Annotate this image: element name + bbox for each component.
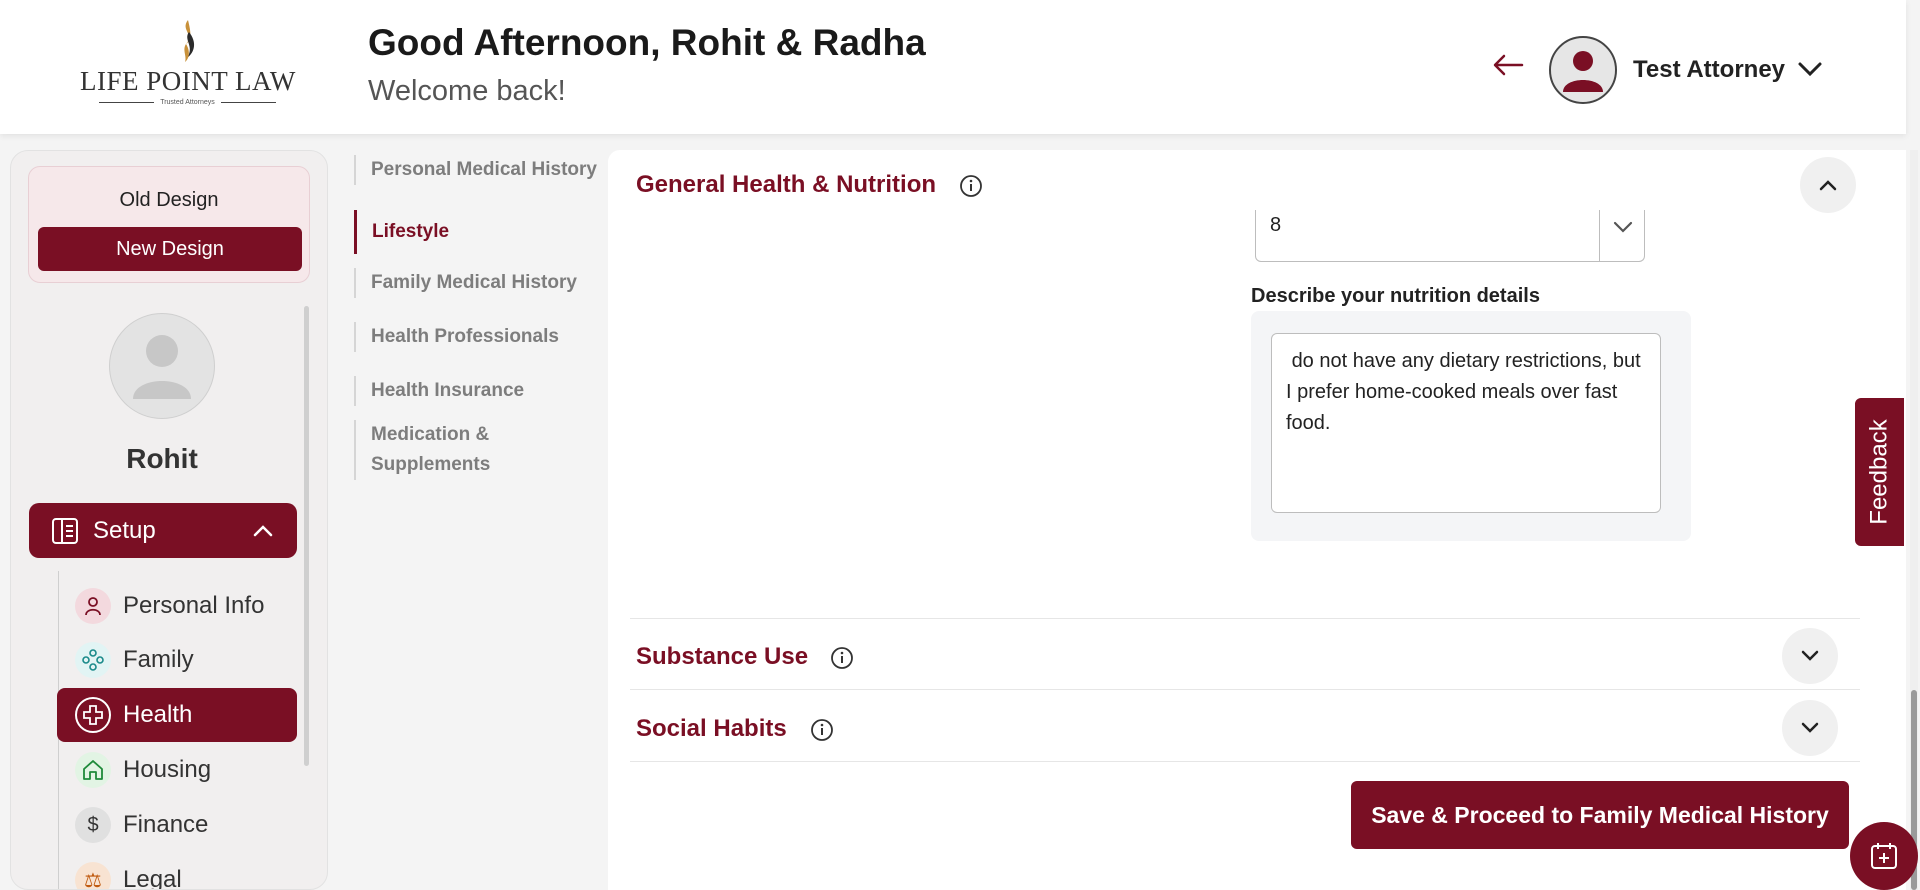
sidebar-item-label: Housing bbox=[123, 756, 212, 783]
sidebar-item-personal-info[interactable]: Personal Info bbox=[57, 579, 297, 633]
old-design-button[interactable]: Old Design bbox=[29, 189, 309, 212]
top-header: LIFE POINT LAW Trusted Attorneys Good Af… bbox=[0, 0, 1906, 134]
design-switcher: Old Design New Design bbox=[28, 166, 310, 283]
sidebar-item-legal[interactable]: ⚖ Legal bbox=[57, 853, 297, 890]
info-icon[interactable] bbox=[959, 174, 983, 198]
nutrition-rating-select[interactable]: 8 bbox=[1255, 210, 1645, 262]
life-point-law-logo[interactable]: LIFE POINT LAW Trusted Attorneys bbox=[80, 18, 295, 118]
logo-tagline-row: Trusted Attorneys bbox=[80, 99, 295, 106]
health-plus-icon bbox=[75, 697, 111, 733]
setup-book-icon bbox=[52, 517, 78, 544]
left-sidebar: Old Design New Design Rohit Setup Person… bbox=[10, 150, 328, 890]
calendar-add-button[interactable] bbox=[1850, 822, 1918, 890]
logo-divider-right bbox=[220, 102, 276, 103]
subnav-personal-medical-history[interactable]: Personal Medical History bbox=[354, 155, 604, 185]
dollar-icon: $ bbox=[75, 807, 111, 843]
save-and-proceed-button[interactable]: Save & Proceed to Family Medical History bbox=[1351, 781, 1849, 849]
new-design-button[interactable]: New Design bbox=[38, 227, 302, 271]
section-title-social-habits[interactable]: Social Habits bbox=[636, 715, 787, 743]
sidebar-item-housing[interactable]: Housing bbox=[57, 743, 297, 797]
logo-divider-left bbox=[99, 102, 155, 103]
select-value: 8 bbox=[1270, 214, 1282, 236]
logo-tagline: Trusted Attorneys bbox=[160, 99, 215, 106]
subnav-medication-supplements[interactable]: Medication & Supplements bbox=[354, 420, 524, 480]
sidebar-item-family[interactable]: Family bbox=[57, 633, 297, 687]
calendar-add-icon bbox=[1871, 843, 1897, 869]
subnav-family-medical-history[interactable]: Family Medical History bbox=[354, 268, 604, 298]
user-avatar-icon bbox=[1563, 51, 1603, 92]
subnav-health-professionals[interactable]: Health Professionals bbox=[354, 322, 604, 352]
sidebar-scrollbar[interactable] bbox=[304, 306, 309, 766]
sidebar-item-label: Health bbox=[123, 701, 193, 728]
section-title-general-health[interactable]: General Health & Nutrition bbox=[636, 171, 936, 199]
feedback-tab[interactable]: Feedback bbox=[1853, 396, 1906, 548]
sidebar-item-health[interactable]: Health bbox=[57, 688, 297, 742]
person-placeholder-icon bbox=[133, 335, 191, 399]
feedback-label: Feedback bbox=[1865, 419, 1893, 525]
person-icon bbox=[75, 588, 111, 624]
nutrition-panel: do not have any dietary restrictions, bu… bbox=[1251, 311, 1691, 541]
health-subnav: Personal Medical History Lifestyle Famil… bbox=[344, 150, 606, 890]
section-divider bbox=[630, 689, 1860, 690]
profile-avatar[interactable] bbox=[109, 313, 215, 419]
chevron-up-icon bbox=[1819, 180, 1837, 191]
house-icon bbox=[75, 752, 111, 788]
select-separator bbox=[1599, 210, 1600, 261]
chevron-up-icon bbox=[253, 525, 273, 537]
section-divider bbox=[630, 761, 1860, 762]
chevron-down-icon[interactable] bbox=[1797, 60, 1823, 78]
logo-text: LIFE POINT LAW bbox=[80, 66, 296, 96]
welcome-text: Welcome back! bbox=[368, 75, 566, 107]
chevron-down-icon bbox=[1613, 221, 1633, 233]
info-icon[interactable] bbox=[810, 718, 834, 742]
sidebar-item-label: Finance bbox=[123, 811, 209, 838]
setup-label: Setup bbox=[93, 516, 156, 544]
subnav-lifestyle[interactable]: Lifestyle bbox=[354, 210, 604, 254]
sidebar-item-label: Personal Info bbox=[123, 592, 265, 619]
profile-name: Rohit bbox=[126, 443, 198, 474]
chevron-down-icon bbox=[1801, 650, 1819, 661]
collapse-section-button[interactable] bbox=[1800, 157, 1856, 213]
family-icon bbox=[75, 642, 111, 678]
page-greeting: Good Afternoon, Rohit & Radha bbox=[368, 22, 926, 63]
expand-social-habits-button[interactable] bbox=[1782, 700, 1838, 756]
setup-menu-toggle[interactable]: Setup bbox=[29, 503, 297, 558]
sidebar-item-label: Legal bbox=[123, 866, 182, 890]
sidebar-item-label: Family bbox=[123, 646, 194, 673]
nutrition-details-textarea[interactable]: do not have any dietary restrictions, bu… bbox=[1271, 333, 1661, 513]
flame-logo-icon bbox=[183, 20, 194, 62]
subnav-health-insurance[interactable]: Health Insurance bbox=[354, 376, 604, 406]
expand-substance-use-button[interactable] bbox=[1782, 628, 1838, 684]
sidebar-item-finance[interactable]: $ Finance bbox=[57, 798, 297, 852]
info-icon[interactable] bbox=[830, 646, 854, 670]
legal-icon: ⚖ bbox=[75, 862, 111, 889]
user-avatar[interactable] bbox=[1549, 36, 1617, 104]
section-divider bbox=[630, 618, 1860, 619]
section-title-substance-use[interactable]: Substance Use bbox=[636, 643, 808, 671]
user-name[interactable]: Test Attorney bbox=[1633, 56, 1785, 84]
chevron-down-icon bbox=[1801, 722, 1819, 733]
main-scrollbar[interactable] bbox=[1910, 150, 1918, 890]
nutrition-details-label: Describe your nutrition details bbox=[1251, 285, 1540, 307]
main-content: General Health & Nutrition 8 Describe yo… bbox=[608, 150, 1906, 890]
back-arrow-icon[interactable] bbox=[1492, 52, 1524, 78]
